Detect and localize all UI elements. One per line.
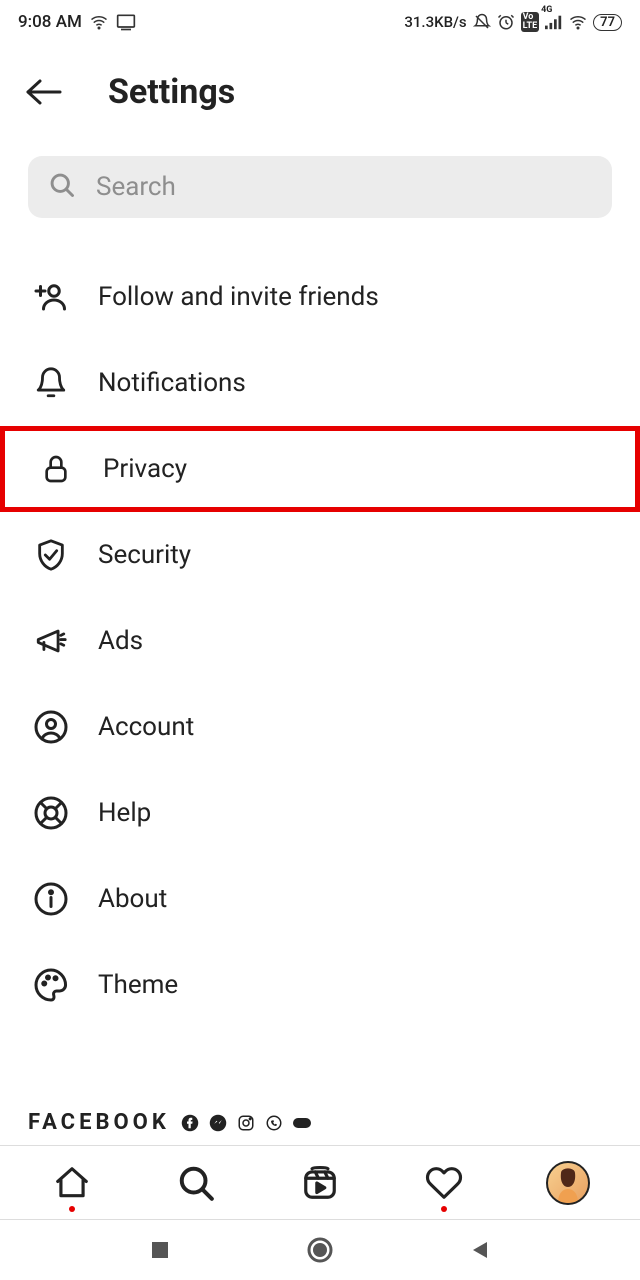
menu-item-follow[interactable]: Follow and invite friends xyxy=(0,254,640,340)
sys-recents[interactable] xyxy=(145,1235,175,1265)
whatsapp-icon xyxy=(264,1113,284,1133)
menu-label: Notifications xyxy=(98,368,246,398)
app-bottom-nav xyxy=(0,1145,640,1220)
alarm-icon xyxy=(497,13,515,31)
nav-search[interactable] xyxy=(173,1160,219,1206)
system-nav xyxy=(0,1220,640,1280)
nav-reels[interactable] xyxy=(297,1160,343,1206)
shield-icon xyxy=(30,534,72,576)
menu-item-account[interactable]: Account xyxy=(0,684,640,770)
lifebuoy-icon xyxy=(30,792,72,834)
search-input[interactable] xyxy=(96,172,592,202)
oculus-icon xyxy=(292,1113,312,1133)
back-button[interactable] xyxy=(24,72,64,112)
brand-label: FACEBOOK xyxy=(28,1110,170,1135)
cast-icon xyxy=(116,13,136,31)
menu-label: Ads xyxy=(98,626,143,656)
status-bar: 9:08 AM 31.3KB/s VoLTE 4G 77 xyxy=(0,0,640,44)
footer-brand: FACEBOOK xyxy=(0,1110,640,1145)
signal-icon: 4G xyxy=(545,14,563,30)
menu-label: Account xyxy=(98,712,194,742)
wifi-icon xyxy=(90,13,108,31)
sys-home[interactable] xyxy=(305,1235,335,1265)
info-icon xyxy=(30,878,72,920)
menu-label: Privacy xyxy=(103,454,187,484)
wifi-icon-2 xyxy=(569,13,587,31)
lock-icon xyxy=(35,448,77,490)
menu-item-ads[interactable]: Ads xyxy=(0,598,640,684)
notification-mute-icon xyxy=(473,13,491,31)
palette-icon xyxy=(30,964,72,1006)
settings-menu: Follow and invite friends Notifications … xyxy=(0,218,640,1110)
person-add-icon xyxy=(30,276,72,318)
messenger-icon xyxy=(208,1113,228,1133)
status-data-rate: 31.3KB/s xyxy=(404,13,466,31)
menu-label: Help xyxy=(98,798,151,828)
menu-item-notifications[interactable]: Notifications xyxy=(0,340,640,426)
status-time: 9:08 AM xyxy=(18,12,82,32)
page-title: Settings xyxy=(108,72,235,112)
nav-profile[interactable] xyxy=(545,1160,591,1206)
menu-item-about[interactable]: About xyxy=(0,856,640,942)
facebook-icon xyxy=(180,1113,200,1133)
volte-icon: VoLTE xyxy=(521,12,540,32)
sys-back[interactable] xyxy=(465,1235,495,1265)
instagram-icon xyxy=(236,1113,256,1133)
avatar xyxy=(546,1161,590,1205)
user-circle-icon xyxy=(30,706,72,748)
app-header: Settings xyxy=(0,44,640,132)
menu-item-help[interactable]: Help xyxy=(0,770,640,856)
battery-indicator: 77 xyxy=(593,14,622,31)
search-icon xyxy=(48,171,76,203)
search-box[interactable] xyxy=(28,156,612,218)
menu-label: Security xyxy=(98,540,191,570)
menu-label: Theme xyxy=(98,970,178,1000)
menu-item-privacy[interactable]: Privacy xyxy=(0,426,640,512)
bell-icon xyxy=(30,362,72,404)
menu-label: Follow and invite friends xyxy=(98,282,379,312)
nav-activity[interactable] xyxy=(421,1160,467,1206)
nav-home[interactable] xyxy=(49,1160,95,1206)
megaphone-icon xyxy=(30,620,72,662)
menu-item-theme[interactable]: Theme xyxy=(0,942,640,1028)
menu-label: About xyxy=(98,884,167,914)
menu-item-security[interactable]: Security xyxy=(0,512,640,598)
